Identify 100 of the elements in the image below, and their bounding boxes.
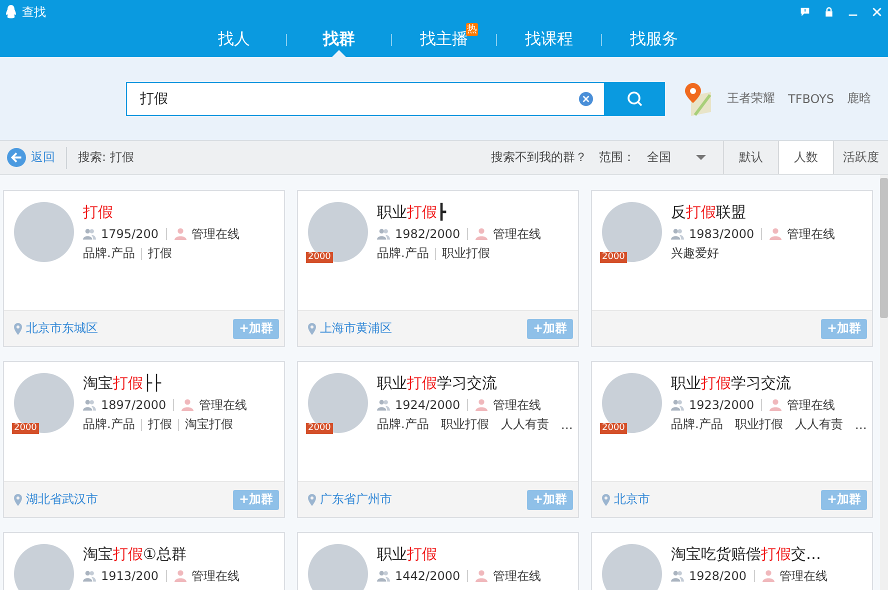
member-count: 1924/2000	[395, 398, 460, 412]
search-field[interactable]: 打假	[126, 82, 605, 116]
group-tag: 人人有责	[500, 416, 549, 433]
group-name: 反打假联盟	[671, 202, 747, 222]
member-count: 1442/2000	[395, 569, 460, 583]
nav-tab[interactable]: 找服务	[628, 29, 680, 50]
group-card[interactable]: 2000 职业打假学习交流 1924/2000 管理在线 品牌.产品 职业打假 人人有责 … 广东省广州市 +加群	[297, 361, 579, 518]
group-name: 职业打假学习交流	[377, 373, 498, 393]
group-tag: 兴趣爱好	[671, 245, 719, 262]
admin-icon	[174, 570, 186, 582]
group-card[interactable]: 淘宝打假①总群 1913/200 管理在线	[3, 532, 285, 590]
group-card[interactable]: 职业打假 1442/2000 管理在线	[297, 532, 579, 590]
clear-icon[interactable]	[579, 92, 593, 106]
admin-status: 管理在线	[787, 226, 836, 242]
group-tag: 人人有责	[794, 416, 843, 433]
location-link[interactable]: 广东省广州市	[320, 491, 392, 508]
members-icon	[671, 570, 684, 582]
hot-search-link[interactable]: TFBOYS	[788, 92, 834, 106]
back-link[interactable]: 返回	[31, 149, 55, 166]
group-card[interactable]: 2000 反打假联盟 1983/2000 管理在线 兴趣爱好 +加群	[591, 190, 873, 347]
admin-icon	[762, 570, 774, 582]
group-tag: 打假	[148, 416, 172, 433]
group-card[interactable]: 打假 1795/200 管理在线 品牌.产品 打假 北京市东城区 +加群	[3, 190, 285, 347]
admin-icon	[181, 399, 194, 411]
range-dropdown[interactable]: 全国	[647, 149, 706, 166]
scrollbar-thumb[interactable]	[880, 178, 888, 318]
members-icon	[671, 228, 684, 240]
member-count: 1897/2000	[101, 398, 166, 412]
location-pin-icon	[602, 494, 610, 506]
group-tag: 淘宝打假	[184, 416, 233, 433]
admin-status: 管理在线	[493, 226, 542, 242]
group-card[interactable]: 2000 职业打假学习交流 1923/2000 管理在线 品牌.产品 职业打假 人人有责 … 北京市 +加群	[591, 361, 873, 518]
members-icon	[83, 570, 96, 582]
group-tag: 品牌.产品	[83, 245, 135, 262]
location-pin-icon	[14, 494, 22, 506]
hot-badge: 热	[466, 23, 478, 36]
group-name: 淘宝吃货赔偿打假交…	[671, 544, 822, 564]
capacity-badge: 2000	[600, 423, 627, 434]
group-name: 打假	[83, 202, 114, 222]
group-tag: 品牌.产品	[671, 416, 723, 433]
nav-tab[interactable]: 找群	[321, 29, 357, 50]
group-tag: …	[560, 418, 573, 432]
dropdown-caret-icon	[696, 155, 706, 160]
members-icon	[83, 228, 96, 240]
capacity-badge: 2000	[306, 252, 333, 263]
lock-icon[interactable]	[824, 7, 834, 17]
group-name: 淘宝打假①总群	[83, 544, 188, 564]
group-tag: 品牌.产品	[83, 416, 135, 433]
admin-icon	[475, 228, 488, 240]
feedback-icon[interactable]	[800, 7, 810, 17]
search-icon	[627, 90, 643, 106]
hot-search-link[interactable]: 鹿晗	[847, 90, 871, 107]
scrollbar[interactable]	[880, 175, 888, 590]
location-pin-icon	[14, 322, 22, 334]
group-tag: 品牌.产品	[377, 245, 429, 262]
location-link[interactable]: 北京市东城区	[26, 320, 98, 337]
group-tag: 品牌.产品	[377, 416, 429, 433]
help-link[interactable]: 搜索不到我的群？	[491, 149, 587, 166]
location-pin-icon	[308, 322, 316, 334]
close-icon[interactable]	[872, 7, 882, 17]
admin-status: 管理在线	[787, 396, 836, 414]
member-count: 1913/200	[101, 569, 158, 583]
range-label: 范围：	[599, 149, 635, 166]
admin-icon	[769, 399, 782, 411]
search-button[interactable]	[605, 82, 665, 116]
location-link[interactable]: 湖北省武汉市	[26, 491, 98, 508]
group-card[interactable]: 2000 职业打假┣ 1982/2000 管理在线 品牌.产品 职业打假 上海市黄浦区 +加群	[297, 190, 579, 347]
group-tag: …	[854, 418, 867, 432]
group-tag: 职业打假	[442, 245, 490, 262]
group-tag: 打假	[148, 245, 172, 262]
avatar-placeholder	[308, 544, 368, 590]
group-card[interactable]: 淘宝吃货赔偿打假交… 1928/200 管理在线	[591, 532, 873, 590]
map-pin-icon[interactable]	[683, 82, 713, 116]
nav-tab[interactable]: 找人	[216, 29, 252, 50]
admin-status: 管理在线	[192, 568, 240, 584]
admin-icon	[174, 228, 186, 240]
location-link[interactable]: 上海市黄浦区	[320, 320, 392, 337]
sort-tab[interactable]: 人数	[778, 141, 833, 174]
admin-icon	[475, 570, 488, 582]
group-name: 职业打假学习交流	[671, 373, 792, 393]
members-icon	[377, 228, 390, 240]
capacity-badge: 2000	[12, 423, 39, 434]
group-name: 职业打假┣	[377, 202, 448, 222]
admin-status: 管理在线	[493, 568, 542, 584]
group-name: 淘宝打假├├	[83, 373, 162, 393]
capacity-badge: 2000	[600, 252, 627, 263]
member-count: 1983/2000	[689, 227, 754, 241]
avatar-placeholder	[602, 544, 662, 590]
group-name: 职业打假	[377, 544, 438, 564]
admin-icon	[769, 228, 782, 240]
hot-search-link[interactable]: 王者荣耀	[727, 90, 775, 107]
group-card[interactable]: 2000 淘宝打假├├ 1897/2000 管理在线 品牌.产品 打假 淘宝打假 湖北省武汉市 +加群	[3, 361, 285, 518]
location-link[interactable]: 北京市	[614, 491, 650, 508]
admin-status: 管理在线	[780, 568, 828, 584]
nav-tab[interactable]: 找课程	[523, 29, 575, 50]
members-icon	[377, 399, 390, 411]
admin-icon	[475, 399, 488, 411]
member-count: 1928/200	[689, 569, 746, 583]
group-tag: 职业打假	[440, 416, 489, 433]
admin-status: 管理在线	[192, 226, 240, 242]
